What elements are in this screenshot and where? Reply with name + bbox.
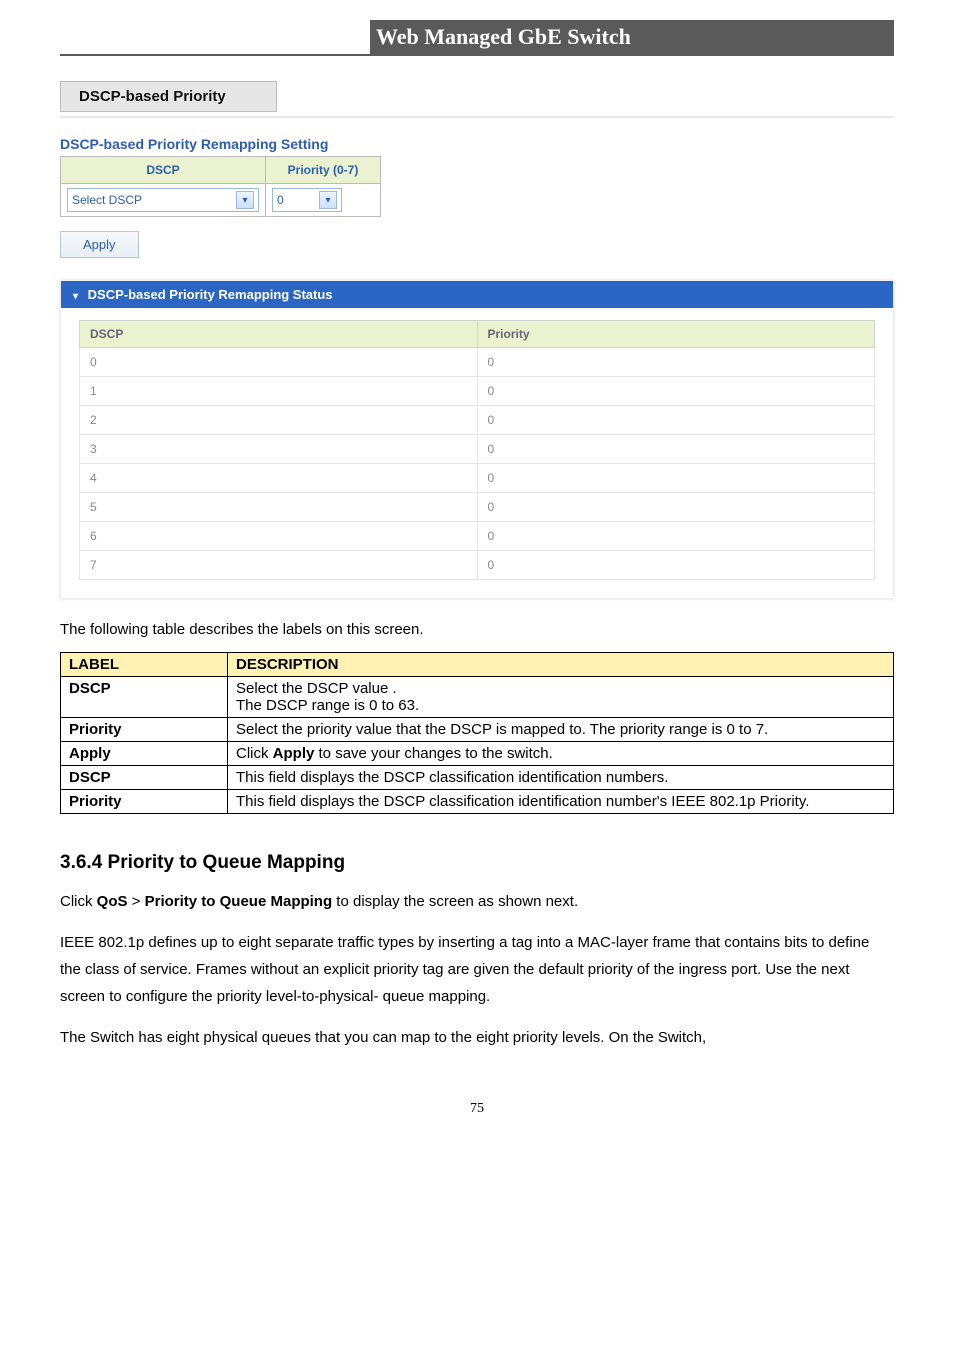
status-cell-dscp: 2 <box>80 406 478 435</box>
desc-cell-label: Priority <box>61 790 228 814</box>
status-cell-dscp: 1 <box>80 377 478 406</box>
setting-col-priority: Priority (0-7) <box>266 157 381 184</box>
section-para3: The Switch has eight physical queues tha… <box>60 1024 894 1051</box>
status-cell-dscp: 4 <box>80 464 478 493</box>
status-col-dscp: DSCP <box>80 321 478 348</box>
status-cell-priority: 0 <box>477 406 875 435</box>
status-cell-priority: 0 <box>477 435 875 464</box>
desc-header-description: DESCRIPTION <box>228 653 894 677</box>
table-row: 60 <box>80 522 875 551</box>
section-para2: IEEE 802.1p defines up to eight separate… <box>60 929 894 1010</box>
status-cell-priority: 0 <box>477 522 875 551</box>
dscp-select[interactable]: Select DSCP ▾ <box>67 188 259 212</box>
chevron-down-icon: ▾ <box>236 191 254 209</box>
status-cell-priority: 0 <box>477 464 875 493</box>
page-banner: Web Managed GbE Switch <box>370 20 894 54</box>
desc-cell-description: This field displays the DSCP classificat… <box>228 790 894 814</box>
status-cell-priority: 0 <box>477 493 875 522</box>
section-line1: Click QoS > Priority to Queue Mapping to… <box>60 888 894 915</box>
status-cell-dscp: 6 <box>80 522 478 551</box>
table-row: 20 <box>80 406 875 435</box>
qos-bold: QoS <box>97 893 128 910</box>
desc-cell-description: Select the DSCP value . The DSCP range i… <box>228 677 894 718</box>
ptq-bold: Priority to Queue Mapping <box>145 893 333 910</box>
status-cell-dscp: 0 <box>80 348 478 377</box>
desc-cell-label: Apply <box>61 742 228 766</box>
collapse-icon: ▾ <box>73 291 78 302</box>
apply-button[interactable]: Apply <box>60 231 139 258</box>
setting-col-dscp: DSCP <box>61 157 266 184</box>
status-cell-priority: 0 <box>477 377 875 406</box>
table-row: ApplyClick Apply to save your changes to… <box>61 742 894 766</box>
table-row: 10 <box>80 377 875 406</box>
status-cell-priority: 0 <box>477 551 875 580</box>
dscp-select-value: Select DSCP <box>72 193 142 207</box>
table-row: PrioritySelect the priority value that t… <box>61 718 894 742</box>
table-row: DSCPSelect the DSCP value . The DSCP ran… <box>61 677 894 718</box>
banner-underline <box>60 54 894 56</box>
status-col-priority: Priority <box>477 321 875 348</box>
desc-header-label: LABEL <box>61 653 228 677</box>
table-row: 00 <box>80 348 875 377</box>
status-header[interactable]: ▾ DSCP-based Priority Remapping Status <box>61 281 893 308</box>
desc-cell-description: Select the priority value that the DSCP … <box>228 718 894 742</box>
status-title: DSCP-based Priority Remapping Status <box>88 287 333 302</box>
text: to display the screen as shown next. <box>332 893 578 910</box>
desc-cell-label: DSCP <box>61 766 228 790</box>
table-row: DSCPThis field displays the DSCP classif… <box>61 766 894 790</box>
priority-select-value: 0 <box>277 193 284 207</box>
table-row: 50 <box>80 493 875 522</box>
status-panel: ▾ DSCP-based Priority Remapping Status D… <box>60 280 894 599</box>
desc-cell-description: Click Apply to save your changes to the … <box>228 742 894 766</box>
setting-table: DSCP Priority (0-7) Select DSCP ▾ 0 ▾ <box>60 156 381 217</box>
status-cell-dscp: 3 <box>80 435 478 464</box>
table-row: 70 <box>80 551 875 580</box>
section-heading: 3.6.4 Priority to Queue Mapping <box>60 852 894 874</box>
dscp-priority-tab: DSCP-based Priority <box>60 81 277 112</box>
page-number: 75 <box>60 1101 894 1117</box>
desc-cell-label: Priority <box>61 718 228 742</box>
status-cell-priority: 0 <box>477 348 875 377</box>
table-row: PriorityThis field displays the DSCP cla… <box>61 790 894 814</box>
setting-title: DSCP-based Priority Remapping Setting <box>60 136 894 152</box>
desc-cell-label: DSCP <box>61 677 228 718</box>
desc-cell-description: This field displays the DSCP classificat… <box>228 766 894 790</box>
status-table: DSCP Priority 0010203040506070 <box>79 320 875 580</box>
desc-intro: The following table describes the labels… <box>60 621 894 638</box>
status-cell-dscp: 7 <box>80 551 478 580</box>
table-row: 30 <box>80 435 875 464</box>
chevron-down-icon: ▾ <box>319 191 337 209</box>
description-table: LABEL DESCRIPTION DSCPSelect the DSCP va… <box>60 652 894 814</box>
text: Click <box>60 893 97 910</box>
priority-select[interactable]: 0 ▾ <box>272 188 342 212</box>
tab-underline <box>60 116 894 118</box>
text: > <box>128 893 145 910</box>
status-cell-dscp: 5 <box>80 493 478 522</box>
table-row: 40 <box>80 464 875 493</box>
